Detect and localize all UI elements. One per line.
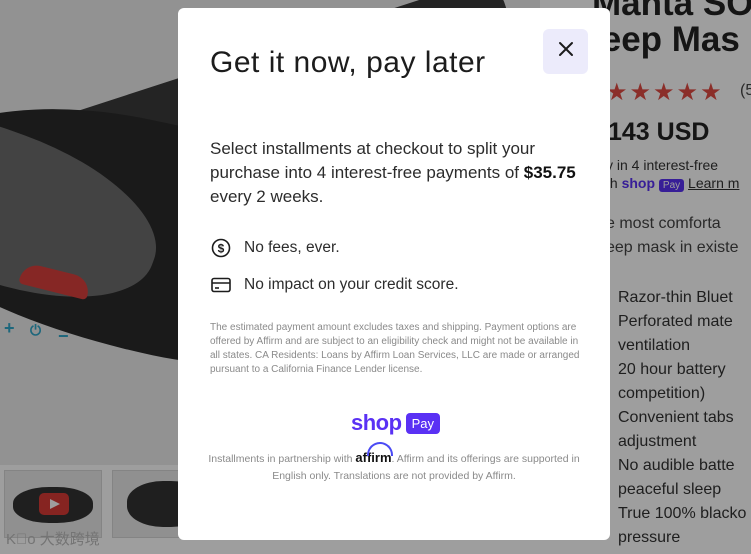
close-button[interactable] <box>543 29 588 74</box>
modal-description: Select installments at checkout to split… <box>210 137 585 209</box>
description-text: Select installments at checkout to split… <box>210 139 536 182</box>
shop-wordmark: shop <box>351 410 402 435</box>
shop-pay-logo: shop Pay <box>351 410 440 436</box>
partner-text: Installments in partnership with <box>208 453 356 465</box>
close-icon <box>558 41 574 62</box>
installment-amount: $35.75 <box>523 163 576 182</box>
modal-title: Get it now, pay later <box>210 46 486 79</box>
pay-badge: Pay <box>405 412 440 434</box>
benefit-text: No fees, ever. <box>244 239 340 256</box>
benefit-no-fees: $ No fees, ever. <box>210 237 340 259</box>
svg-text:$: $ <box>218 242 225 256</box>
credit-card-icon <box>210 274 232 296</box>
benefit-text: No impact on your credit score. <box>244 276 459 293</box>
shop-pay-installments-modal: Get it now, pay later Select installment… <box>178 8 610 540</box>
affirm-partnership-note: Installments in partnership with affirm.… <box>204 442 584 485</box>
affirm-arc-icon <box>367 442 394 456</box>
benefit-no-credit-impact: No impact on your credit score. <box>210 274 459 296</box>
dollar-circle-icon: $ <box>210 237 232 259</box>
description-suffix: every 2 weeks. <box>210 187 324 206</box>
affirm-logo: affirm <box>355 442 394 465</box>
legal-disclaimer: The estimated payment amount excludes ta… <box>210 322 580 375</box>
